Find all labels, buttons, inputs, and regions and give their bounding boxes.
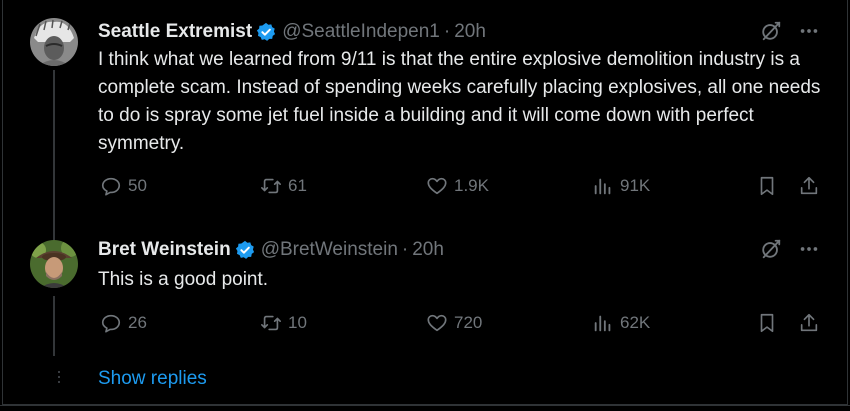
separator-dot: ·: [443, 21, 451, 42]
tweet-header: Seattle Extremist @SeattleIndepen1 · 20h: [98, 20, 486, 44]
tweet-actions: 26 10 720 62K: [98, 312, 828, 340]
reply-button[interactable]: 50: [100, 175, 147, 197]
retweet-count: 10: [288, 313, 307, 332]
author-handle[interactable]: @SeattleIndepen1: [282, 21, 440, 43]
thread-line: [53, 70, 55, 250]
grok-icon[interactable]: [760, 20, 782, 42]
bookmark-button[interactable]: [756, 175, 778, 197]
views-button[interactable]: 91K: [592, 175, 650, 197]
tweet-top-icons: [760, 238, 820, 260]
tweet-time[interactable]: 20h: [412, 239, 444, 261]
avatar-seattle-extremist[interactable]: [30, 18, 78, 66]
author-handle[interactable]: @BretWeinstein: [261, 239, 398, 261]
reply-count: 26: [128, 313, 147, 332]
tweet-time[interactable]: 20h: [454, 21, 486, 43]
reply-icon: [101, 314, 121, 333]
tweet-actions: 50 61 1.9K 91K: [98, 175, 828, 203]
thread-dots: [57, 368, 61, 392]
share-icon: [800, 176, 818, 195]
verified-badge-icon: [257, 22, 276, 41]
like-button[interactable]: 720: [426, 312, 482, 334]
views-button[interactable]: 62K: [592, 312, 650, 334]
views-count: 91K: [620, 176, 651, 195]
views-icon: [594, 178, 611, 195]
views-count: 62K: [620, 313, 651, 332]
more-icon[interactable]: [798, 238, 820, 260]
retweet-icon: [261, 315, 281, 331]
bottom-divider: [0, 405, 850, 411]
tweet-text: I think what we learned from 9/11 is tha…: [98, 49, 821, 154]
separator-dot: ·: [401, 239, 409, 260]
share-button[interactable]: [798, 312, 820, 334]
share-icon: [800, 313, 818, 332]
like-icon: [427, 314, 447, 332]
like-count: 720: [454, 313, 483, 332]
show-replies-link[interactable]: Show replies: [98, 368, 207, 390]
bookmark-icon: [760, 313, 774, 333]
tweet-2[interactable]: Bret Weinstein @BretWeinstein · 20h This…: [0, 238, 846, 358]
more-icon[interactable]: [798, 20, 820, 42]
tweet-text: This is a good point.: [98, 269, 269, 290]
avatar-bret-weinstein[interactable]: [30, 240, 78, 288]
views-icon: [594, 315, 611, 332]
tweet-header: Bret Weinstein @BretWeinstein · 20h: [98, 238, 444, 262]
like-button[interactable]: 1.9K: [426, 175, 489, 197]
author-name[interactable]: Bret Weinstein: [98, 239, 231, 261]
share-button[interactable]: [798, 175, 820, 197]
verified-badge-icon: [235, 240, 254, 259]
retweet-button[interactable]: 61: [260, 175, 307, 197]
tweet-1[interactable]: Seattle Extremist @SeattleIndepen1 · 20h…: [0, 18, 846, 250]
grok-icon[interactable]: [760, 238, 782, 260]
retweet-button[interactable]: 10: [260, 312, 307, 334]
reply-icon: [101, 177, 121, 196]
retweet-icon: [261, 178, 281, 194]
thread-line: [53, 296, 55, 356]
bookmark-button[interactable]: [756, 312, 778, 334]
retweet-count: 61: [288, 176, 307, 195]
like-icon: [427, 177, 447, 195]
reply-button[interactable]: 26: [100, 312, 147, 334]
like-count: 1.9K: [454, 176, 489, 195]
bookmark-icon: [760, 176, 774, 196]
reply-count: 50: [128, 176, 147, 195]
author-name[interactable]: Seattle Extremist: [98, 21, 252, 43]
tweet-top-icons: [760, 20, 820, 42]
